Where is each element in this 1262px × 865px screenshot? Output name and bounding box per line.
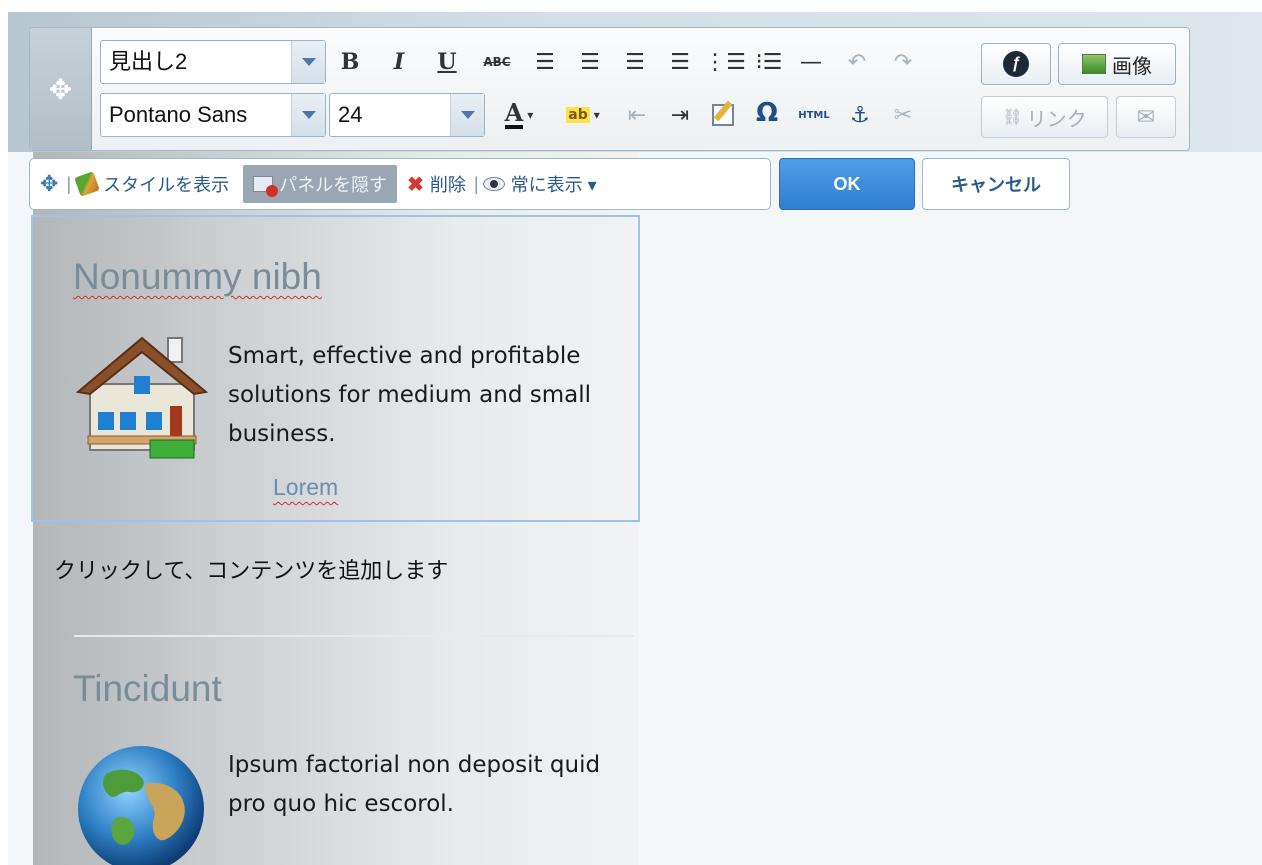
- always-show-dropdown[interactable]: 常に表示 ▾: [482, 171, 597, 197]
- bullet-list-button[interactable]: ⁝☰: [754, 44, 784, 80]
- block2-text-line: pro quo hic escorol.: [228, 791, 454, 817]
- outdent-icon: ⇤: [627, 102, 647, 128]
- unlink-button[interactable]: ✂: [888, 97, 918, 133]
- bold-button[interactable]: B: [336, 44, 364, 80]
- house-icon: [75, 332, 209, 460]
- numbered-list-icon: ⋮☰: [704, 49, 746, 75]
- font-size-select[interactable]: 24: [329, 93, 485, 137]
- edit-box-icon: [712, 100, 734, 126]
- divider: [74, 635, 634, 637]
- flash-icon: ƒ: [1003, 51, 1029, 77]
- justify-icon: ☰: [670, 49, 690, 75]
- undo-icon: ↶: [847, 49, 867, 75]
- eye-icon: [482, 177, 505, 191]
- text-color-icon: A: [504, 98, 524, 129]
- format-select-value: 見出し2: [109, 49, 188, 74]
- always-show-label: 常に表示 ▾: [510, 175, 597, 195]
- ok-button[interactable]: OK: [779, 158, 915, 210]
- add-content-hint[interactable]: クリックして、コンテンツを追加します: [54, 553, 448, 585]
- brush-icon: [74, 171, 100, 197]
- redo-button[interactable]: ↷: [888, 44, 918, 80]
- format-select[interactable]: 見出し2: [100, 40, 326, 84]
- delete-label: 削除: [429, 175, 466, 195]
- block1-text-line: Smart, effective and profitable: [228, 343, 581, 369]
- delete-button[interactable]: ✖ 削除: [407, 171, 466, 197]
- highlight-color-button[interactable]: ab ▾: [555, 97, 611, 133]
- chevron-down-icon[interactable]: [450, 94, 484, 136]
- flash-button[interactable]: ƒ: [981, 43, 1051, 85]
- show-styles-label: スタイルを表示: [103, 175, 230, 195]
- chevron-down-icon[interactable]: [291, 94, 325, 136]
- bullet-list-icon: ⁝☰: [755, 49, 783, 75]
- globe-icon: [76, 744, 206, 865]
- email-link-button[interactable]: ✉: [1116, 96, 1176, 138]
- block1-text[interactable]: Smart, effective and profitable solution…: [228, 337, 591, 454]
- move-icon: ✥: [48, 72, 73, 106]
- lorem-link-text: Lorem: [273, 474, 339, 500]
- cancel-button[interactable]: キャンセル: [922, 158, 1070, 210]
- block1-heading-text: Nonummy nibh: [73, 256, 322, 297]
- undo-button[interactable]: ↶: [842, 44, 872, 80]
- separator: |: [473, 173, 479, 194]
- block1-text-line: solutions for medium and small: [228, 382, 591, 408]
- strikethrough-button[interactable]: ABC: [480, 44, 514, 80]
- move-icon[interactable]: ✥: [40, 171, 58, 197]
- image-button-label: 画像: [1112, 55, 1152, 78]
- indent-button[interactable]: ⇥: [665, 97, 695, 133]
- link-button[interactable]: ⛓ リンク: [981, 96, 1108, 138]
- outdent-button[interactable]: ⇤: [622, 97, 652, 133]
- block1-heading[interactable]: Nonummy nibh: [73, 256, 322, 298]
- delete-icon: ✖: [407, 173, 424, 196]
- indent-icon: ⇥: [670, 102, 690, 128]
- anchor-icon: ⚓: [850, 102, 870, 128]
- toolbar-move-handle[interactable]: ✥: [30, 28, 92, 150]
- justify-button[interactable]: ☰: [665, 44, 695, 80]
- image-icon: [1082, 54, 1106, 74]
- hide-panel-icon: [253, 176, 279, 197]
- underline-button[interactable]: U: [433, 44, 461, 80]
- align-center-button[interactable]: ☰: [575, 44, 605, 80]
- chevron-down-icon[interactable]: [291, 41, 325, 83]
- separator: |: [66, 173, 72, 194]
- panel-toolbar: ✥ | スタイルを表示 パネルを隠す ✖ 削除 | 常に表示 ▾: [29, 158, 771, 210]
- redo-icon: ↷: [893, 49, 913, 75]
- align-center-icon: ☰: [580, 49, 600, 75]
- special-char-button[interactable]: Ω: [752, 95, 782, 131]
- font-size-value: 24: [338, 102, 363, 127]
- show-styles-button[interactable]: スタイルを表示: [74, 171, 230, 197]
- italic-button[interactable]: I: [385, 44, 413, 80]
- text-color-button[interactable]: A ▾: [494, 97, 544, 133]
- font-select-value: Pontano Sans: [109, 102, 248, 127]
- link-button-label: リンク: [1026, 108, 1087, 131]
- block2-heading[interactable]: Tincidunt: [73, 668, 222, 710]
- font-select[interactable]: Pontano Sans: [100, 93, 326, 137]
- highlight-icon: ab: [566, 107, 590, 123]
- align-left-button[interactable]: ☰: [530, 44, 560, 80]
- unlink-icon: ✂: [893, 102, 913, 128]
- editor-toolbar: ✥ 見出し2 B I U ABC ☰ ☰ ☰ ☰ ⋮☰ ⁝☰ — ↶ ↷ ƒ 画…: [29, 27, 1190, 151]
- envelope-icon: ✉: [1136, 104, 1156, 129]
- horizontal-rule-button[interactable]: —: [796, 44, 826, 80]
- html-source-button[interactable]: HTML: [794, 97, 834, 133]
- numbered-list-button[interactable]: ⋮☰: [704, 44, 746, 80]
- hide-panel-label: パネルを隠す: [279, 175, 388, 195]
- align-left-icon: ☰: [535, 49, 555, 75]
- align-right-icon: ☰: [625, 49, 645, 75]
- lorem-link[interactable]: Lorem: [273, 474, 338, 501]
- anchor-button[interactable]: ⚓: [845, 97, 875, 133]
- link-icon: ⛓: [1002, 109, 1023, 126]
- align-right-button[interactable]: ☰: [620, 44, 650, 80]
- image-button[interactable]: 画像: [1058, 43, 1176, 85]
- hide-panel-button[interactable]: パネルを隠す: [243, 165, 398, 203]
- edit-box-button[interactable]: [708, 97, 738, 133]
- block2-text-line: Ipsum factorial non deposit quid: [228, 752, 601, 778]
- block2-text[interactable]: Ipsum factorial non deposit quid pro quo…: [228, 746, 600, 824]
- block1-text-line: business.: [228, 421, 336, 447]
